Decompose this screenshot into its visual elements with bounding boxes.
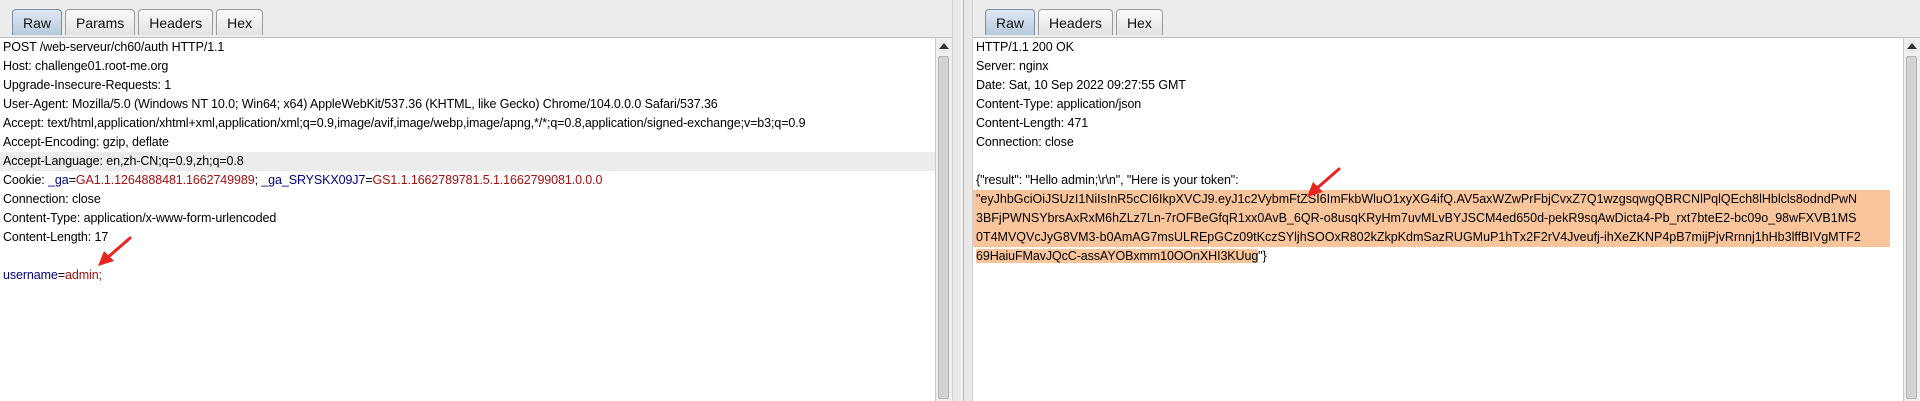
request-line: POST /web-serveur/ch60/auth HTTP/1.1 [3, 40, 225, 54]
json-suffix: "} [1258, 249, 1267, 263]
header-server: Server: nginx [976, 59, 1049, 73]
red-arrow-icon [1307, 167, 1341, 197]
cookie-label: Cookie: [3, 173, 49, 187]
response-tab-raw[interactable]: Raw [985, 9, 1036, 35]
header-date: Date: Sat, 10 Sep 2022 09:27:55 GMT [976, 78, 1186, 92]
cookie-key-ga: _ga [48, 173, 69, 187]
request-scrollbar[interactable] [935, 38, 952, 401]
red-arrow-icon [98, 236, 132, 266]
header-content-length: Content-Length: 17 [3, 230, 109, 244]
request-body: username=admin; [0, 266, 935, 285]
header-content-type: Content-Type: application/x-www-form-url… [3, 211, 277, 225]
scroll-thumb[interactable] [938, 56, 949, 399]
status-line: HTTP/1.1 200 OK [976, 40, 1074, 54]
request-editor[interactable]: POST /web-serveur/ch60/auth HTTP/1.1 Hos… [0, 38, 935, 401]
header-upgrade-insecure-requests: Upgrade-Insecure-Requests: 1 [3, 78, 172, 92]
token-line: 0T4MVQVcJyG8VM3-b0AmAG7msULREpGCz09tKczS… [976, 230, 1861, 244]
request-pane: Raw Params Headers Hex POST /web-serveur… [0, 0, 952, 401]
token-line: 3BFjPWNSYbrsAxRxM6hZLz7Ln-7rOFBeGfqR1xx0… [976, 211, 1857, 225]
request-tab-raw[interactable]: Raw [12, 9, 63, 35]
pane-splitter[interactable] [952, 0, 973, 401]
header-connection: Connection: close [3, 192, 101, 206]
response-editor[interactable]: HTTP/1.1 200 OK Server: nginx Date: Sat,… [973, 38, 1903, 401]
request-tab-bar: Raw Params Headers Hex [0, 0, 952, 38]
request-tab-headers[interactable]: Headers [138, 9, 214, 35]
body-param-value: admin; [65, 268, 102, 282]
header-content-length: Content-Length: 471 [976, 116, 1089, 130]
token-last-line: 69HaiuFMavJQcC-assAYOBxmm10OOnXHI3KUug"} [973, 247, 1903, 266]
cookie-key-ga-sryskx: _ga_SRYSKX09J7 [261, 173, 366, 187]
request-tab-params[interactable]: Params [65, 9, 136, 35]
header-connection: Connection: close [976, 135, 1074, 149]
token-line: "eyJhbGciOiJSUzI1NiIsInR5cCI6IkpXVCJ9.ey… [976, 192, 1858, 206]
body-param-key: username [3, 268, 58, 282]
response-scrollbar[interactable] [1903, 38, 1920, 401]
cookie-value-ga-sryskx: GS1.1.1662789781.5.1.1662799081.0.0.0 [372, 173, 603, 187]
equals-sign: = [365, 173, 373, 187]
response-tab-hex[interactable]: Hex [1115, 9, 1163, 35]
scroll-thumb[interactable] [1906, 56, 1917, 399]
header-host: Host: challenge01.root-me.org [3, 59, 169, 73]
header-accept-language: Accept-Language: en,zh-CN;q=0.9,zh;q=0.8 [0, 152, 935, 171]
header-cookie: Cookie: _ga=GA1.1.1264888481.1662749989;… [0, 171, 935, 190]
header-user-agent: User-Agent: Mozilla/5.0 (Windows NT 10.0… [3, 97, 718, 111]
response-tab-bar: Raw Headers Hex [973, 0, 1920, 38]
header-accept: Accept: text/html,application/xhtml+xml,… [3, 116, 806, 130]
equals-sign: = [68, 173, 76, 187]
splitter-grip[interactable] [961, 0, 964, 401]
cookie-value-ga: GA1.1.1264888481.1662749989 [75, 173, 255, 187]
response-json-prefix: {"result": "Hello admin;\r\n", "Here is … [976, 173, 1239, 187]
token-line-tail: 69HaiuFMavJQcC-assAYOBxmm10OOnXHI3KUug [976, 249, 1259, 263]
scroll-up-icon[interactable] [1904, 38, 1920, 54]
token-highlight: "eyJhbGciOiJSUzI1NiIsInR5cCI6IkpXVCJ9.ey… [973, 190, 1890, 247]
header-content-type: Content-Type: application/json [976, 97, 1142, 111]
header-accept-encoding: Accept-Encoding: gzip, deflate [3, 135, 169, 149]
request-tab-hex[interactable]: Hex [216, 9, 264, 35]
response-pane: Raw Headers Hex HTTP/1.1 200 OK Server: … [973, 0, 1920, 401]
scroll-up-icon[interactable] [936, 38, 952, 54]
equals-sign: = [57, 268, 65, 282]
response-tab-headers[interactable]: Headers [1038, 9, 1113, 35]
